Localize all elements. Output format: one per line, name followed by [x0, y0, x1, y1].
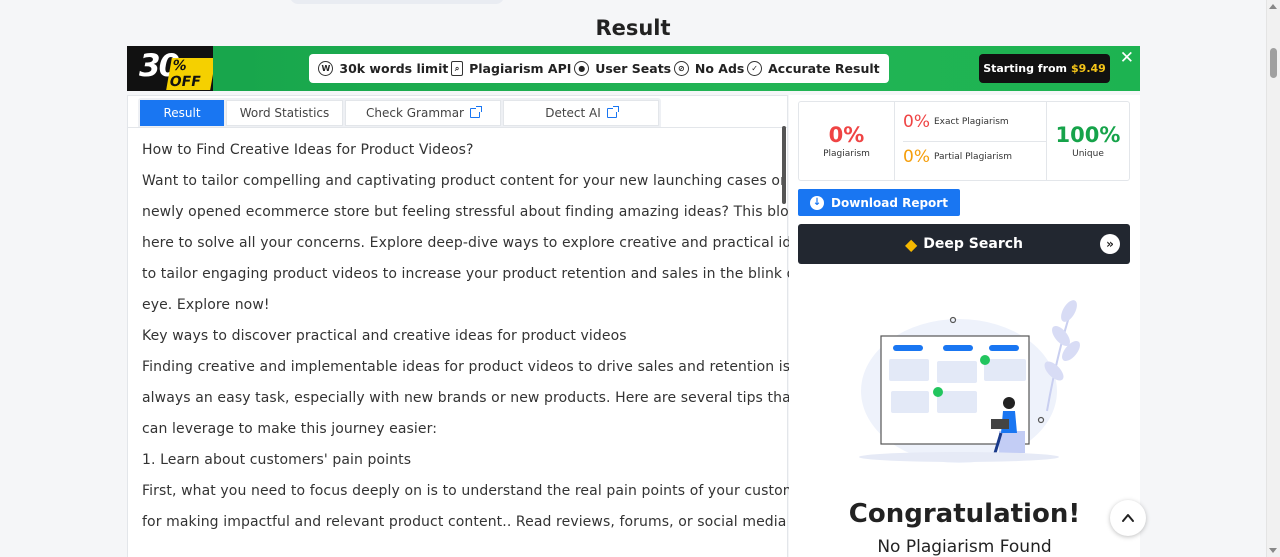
- partial-label: Partial Plagiarism: [933, 152, 1012, 162]
- feature-item-words: W 30k words limit: [318, 61, 448, 76]
- words-icon: W: [318, 61, 334, 76]
- text-scrollbar-thumb[interactable]: [782, 126, 786, 204]
- deep-search-label: Deep Search: [923, 236, 1023, 252]
- stat-divider: [903, 141, 1047, 142]
- feature-item-accurate: ✓ Accurate Result: [747, 61, 880, 76]
- diamond-icon: ◆: [904, 234, 918, 254]
- feature-item-api: ⌕ Plagiarism API: [451, 61, 571, 76]
- download-icon: ↓: [810, 195, 825, 210]
- top-search-pill[interactable]: [290, 0, 504, 4]
- feature-list: W 30k words limit ⌕ Plagiarism API ● Use…: [309, 54, 889, 83]
- text-line: Want to tailor compelling and captivatin…: [142, 173, 786, 189]
- stat-exact: 0% Exact Plagiarism: [903, 112, 1009, 132]
- text-line: for making impactful and relevant produc…: [142, 514, 806, 530]
- page-scrollbar[interactable]: [1266, 0, 1280, 557]
- text-line: First, what you need to focus deeply on …: [142, 483, 819, 499]
- text-line: eye. Explore now!: [142, 297, 270, 313]
- promo-banner[interactable]: 30 % OFF W 30k words limit ⌕ Plagiarism …: [127, 46, 1140, 91]
- document-search-icon: ⌕: [451, 61, 464, 76]
- stat-unique: 100% Unique: [1046, 102, 1129, 180]
- page-title: Result: [595, 16, 671, 40]
- result-subheading: No Plagiarism Found: [877, 537, 1052, 557]
- tab-label: Result: [163, 106, 201, 120]
- scrollbar-thumb[interactable]: [1270, 48, 1277, 78]
- feature-label: 30k words limit: [339, 61, 449, 76]
- chevron-up-icon: [1122, 514, 1134, 522]
- exact-value: 0%: [903, 112, 930, 132]
- feature-item-seats: ● User Seats: [574, 61, 671, 76]
- pricing-button[interactable]: Starting from $9.49: [979, 54, 1110, 83]
- unique-value: 100%: [1055, 123, 1121, 147]
- text-line: newly opened ecommerce store but feeling…: [142, 204, 814, 220]
- text-line: 1. Learn about customers' pain points: [142, 452, 412, 468]
- pricing-price: $9.49: [1071, 62, 1106, 75]
- exact-label: Exact Plagiarism: [933, 117, 1009, 127]
- scroll-up-icon[interactable]: [1269, 4, 1277, 9]
- external-link-icon: [469, 106, 482, 118]
- unique-label: Unique: [1072, 149, 1104, 159]
- text-line: How to Find Creative Ideas for Product V…: [142, 142, 474, 158]
- result-panel: 0% Plagiarism 0% Exact Plagiarism 0% Par…: [789, 95, 1140, 557]
- tab-check-grammar[interactable]: Check Grammar: [345, 100, 501, 126]
- download-label: Download Report: [831, 195, 948, 210]
- tab-word-statistics[interactable]: Word Statistics: [226, 100, 343, 126]
- partial-value: 0%: [903, 147, 930, 167]
- stat-plagiarism: 0% Plagiarism: [799, 102, 895, 180]
- text-line: here to solve all your concerns. Explore…: [142, 235, 817, 251]
- feature-label: Plagiarism API: [469, 61, 572, 76]
- checked-text[interactable]: How to Find Creative Ideas for Product V…: [142, 135, 827, 538]
- text-panel: Result Word Statistics Check Grammar Det…: [127, 95, 827, 557]
- user-icon: ●: [574, 61, 590, 76]
- stat-breakdown: 0% Exact Plagiarism 0% Partial Plagiaris…: [903, 102, 1047, 180]
- text-line: can leverage to make this journey easier…: [142, 421, 438, 437]
- scroll-down-icon[interactable]: [1269, 548, 1277, 553]
- discount-label: % OFF: [166, 58, 213, 90]
- close-icon[interactable]: ✕: [1120, 50, 1134, 67]
- check-circle-icon: ✓: [747, 61, 763, 76]
- download-report-button[interactable]: ↓ Download Report: [798, 189, 960, 216]
- text-line: to tailor engaging product videos to inc…: [142, 266, 823, 282]
- plagiarism-stats: 0% Plagiarism 0% Exact Plagiarism 0% Par…: [798, 101, 1130, 181]
- deep-search-button[interactable]: ◆ Deep Search »: [798, 224, 1130, 264]
- feature-item-no-ads: ⊘ No Ads: [673, 61, 745, 76]
- discount-badge[interactable]: 30 % OFF: [127, 46, 213, 91]
- feature-label: No Ads: [694, 61, 745, 76]
- plagiarism-value: 0%: [828, 123, 865, 147]
- tab-detect-ai[interactable]: Detect AI: [503, 100, 659, 126]
- tab-label: Detect AI: [545, 106, 601, 120]
- tab-result[interactable]: Result: [140, 100, 224, 126]
- pricing-label: Starting from: [983, 62, 1068, 75]
- feature-label: Accurate Result: [768, 61, 880, 76]
- no-ads-icon: ⊘: [673, 61, 689, 76]
- tab-label: Check Grammar: [366, 106, 464, 120]
- double-chevron-right-icon: »: [1100, 234, 1120, 254]
- tabs-divider: [128, 127, 787, 128]
- feature-label: User Seats: [595, 61, 672, 76]
- result-heading: Congratulation!: [848, 499, 1081, 529]
- stat-partial: 0% Partial Plagiarism: [903, 147, 1012, 167]
- scroll-to-top-button[interactable]: [1110, 500, 1146, 536]
- result-tabs: Result Word Statistics Check Grammar Det…: [138, 98, 661, 128]
- success-illustration: [859, 300, 1080, 463]
- text-line: always an easy task, especially with new…: [142, 390, 827, 406]
- plagiarism-label: Plagiarism: [823, 149, 870, 159]
- text-line: Key ways to discover practical and creat…: [142, 328, 627, 344]
- text-line: Finding creative and implementable ideas…: [142, 359, 818, 375]
- external-link-icon: [606, 106, 619, 118]
- tab-label: Word Statistics: [239, 106, 330, 120]
